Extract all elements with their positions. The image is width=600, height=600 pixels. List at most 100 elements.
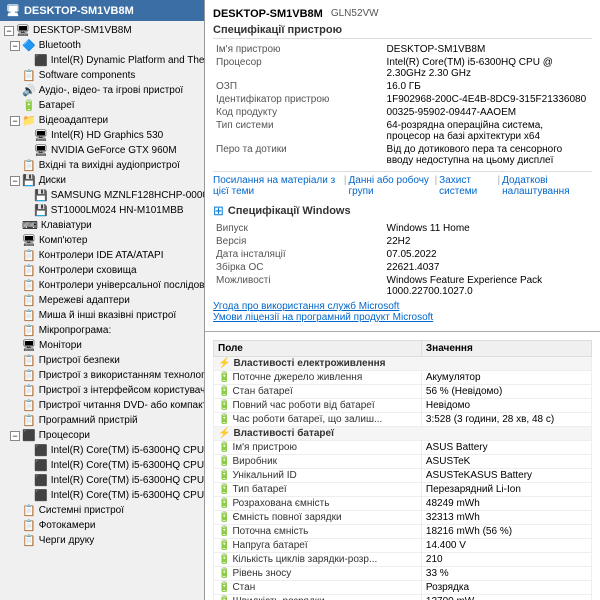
tree-item[interactable]: 🖥Intel(R) HD Graphics 530 [0,128,204,143]
tree-item[interactable]: 🔊Аудіо-, відео- та ігрові пристрої [0,83,204,98]
tree-item[interactable]: 📋Пристрої з інтерфейсом користувача [0,383,204,398]
right-panel: DESKTOP-SM1VB8M GLN52VW Специфікації при… [205,0,600,600]
tree-body[interactable]: −🖥DESKTOP-SM1VB8M−🔷Bluetooth⬛Intel(R) Dy… [0,21,204,600]
tree-item[interactable]: ⬛Intel(R) Core(TM) i5-6300HQ CPU @ 2.30G… [0,458,204,473]
tree-item[interactable]: ⌨Клавіатури [0,218,204,233]
tree-label: Клавіатури [41,220,92,231]
windows-spec-row: ВипускWindows 11 Home [213,222,592,235]
battery-section-header: ⚡Властивості батареї [214,427,592,441]
tree-item[interactable]: 📋Вхідні та вихідні аудіопристрої [0,158,204,173]
tree-item[interactable]: 📋Контролери універсальної послідовної ши… [0,278,204,293]
generic-icon: 📋 [22,519,36,532]
battery-value: Розрядка [421,581,591,595]
tree-label: Комп'ютер [39,235,87,246]
tree-item[interactable]: −🖥DESKTOP-SM1VB8M [0,23,204,38]
tree-item[interactable]: 📋Системні пристрої [0,503,204,518]
tree-item[interactable]: −💾Диски [0,173,204,188]
battery-value: 12700 mW [421,595,591,600]
tree-item[interactable]: 📋Контролери IDE ATA/ATAPI [0,248,204,263]
tree-label: Bluetooth [39,40,81,51]
ms-link[interactable]: Угода про використання служб Microsoft [213,301,592,312]
win-spec-value: 22H2 [384,235,592,248]
spec-row: ПроцесорIntel(R) Core(TM) i5-6300HQ CPU … [213,56,592,80]
tree-item[interactable]: 📋Пристрої з використанням технології пам… [0,368,204,383]
tree-item[interactable]: 📋Пристрої безпеки [0,353,204,368]
tree-item[interactable]: 📋Мережеві адаптери [0,293,204,308]
device-name-top: DESKTOP-SM1VB8M [213,8,323,20]
tree-label: Intel(R) Core(TM) i5-6300HQ CPU @ 2.30GH… [51,490,204,501]
tree-label: Intel(R) Dynamic Platform and Thermal Fr… [51,55,204,66]
tree-item[interactable]: 📋Пристрої читання DVD- або компакт-дискі… [0,398,204,413]
tree-header-title: DESKTOP-SM1VB8M [24,5,134,17]
spec-row: ОЗП16.0 ГБ [213,80,592,93]
win-spec-label: Версія [213,235,384,248]
battery-field: 🔋Напруга батареї [214,539,422,553]
expand-icon[interactable]: − [10,176,20,186]
ms-link[interactable]: Умови ліцензії на програмний продукт Mic… [213,312,592,323]
tree-item[interactable]: 📋Фотокамери [0,518,204,533]
tree-item[interactable]: 🖥Монітори [0,338,204,353]
tree-label: Аудіо-, відео- та ігрові пристрої [39,85,184,96]
monitor-icon: 🖥 [22,339,36,352]
specs-section-title: Специфікації пристрою [213,24,592,39]
tree-item[interactable]: 💾SAMSUNG MZNLF128HCHP-00004 [0,188,204,203]
battery-section-title: ⚡Властивості електроживлення [214,357,592,371]
windows-icon: ⊞ [213,203,224,219]
expand-icon[interactable]: − [10,41,20,51]
win-spec-label: Дата інсталяції [213,248,384,261]
tree-header: 🖥 DESKTOP-SM1VB8M [0,0,204,21]
tree-label: Монітори [39,340,82,351]
battery-row: 🔋Стан Розрядка [214,581,592,595]
tree-item[interactable]: 📋Контролери сховища [0,263,204,278]
specs-tab-link[interactable]: Посилання на матеріали з цієї теми [213,175,342,197]
tree-item[interactable]: 📋Мікропрограма: [0,323,204,338]
battery-field: 🔋Стан [214,581,422,595]
generic-icon: 📋 [22,264,36,277]
disk-icon: 💾 [22,174,36,187]
tree-item[interactable]: 🖥Комп'ютер [0,233,204,248]
tree-item[interactable]: ⬛Intel(R) Core(TM) i5-6300HQ CPU @ 2.30G… [0,473,204,488]
battery-value: ASUS Battery [421,441,591,455]
chip-icon: ⬛ [34,474,48,487]
battery-field: 🔋Швидкість розрядки [214,595,422,600]
battery-field: 🔋Ім'я пристрою [214,441,422,455]
specs-tab-link[interactable]: Захист системи [439,175,495,197]
spec-row: Ім'я пристроюDESKTOP-SM1VB8M [213,43,592,56]
spec-label: Ім'я пристрою [213,43,384,56]
expand-icon[interactable]: − [10,431,20,441]
windows-spec-row: Дата інсталяції07.05.2022 [213,248,592,261]
specs-tab-link[interactable]: Данні або робочу групи [349,175,433,197]
generic-icon: 📋 [22,504,36,517]
leaf-icon: 🔋 [218,484,230,495]
tree-item[interactable]: ⬛Intel(R) Core(TM) i5-6300HQ CPU @ 2.30G… [0,443,204,458]
tree-item[interactable]: −🔷Bluetooth [0,38,204,53]
tree-item[interactable]: 🔋Батареї [0,98,204,113]
bluetooth-icon: 🔷 [22,39,36,52]
leaf-icon: 🔋 [218,568,230,579]
spec-row: Код продукту00325-95902-09447-AAOEM [213,106,592,119]
tree-item[interactable]: 📋Миша й інші вказівні пристрої [0,308,204,323]
windows-specs-table: ВипускWindows 11 HomeВерсія22H2Дата інст… [213,222,592,298]
leaf-icon: 🔋 [218,554,230,565]
tree-item[interactable]: ⬛Intel(R) Dynamic Platform and Thermal F… [0,53,204,68]
expand-icon[interactable]: − [10,116,20,126]
chip-icon: ⬛ [34,54,48,67]
expand-icon[interactable]: − [4,26,14,36]
tree-item[interactable]: 💾ST1000LM024 HN-M101MBB [0,203,204,218]
leaf-icon: 🔋 [218,442,230,453]
tree-item[interactable]: ⬛Intel(R) Core(TM) i5-6300HQ CPU @ 2.30G… [0,488,204,503]
tree-item[interactable]: −📁Відеоадаптери [0,113,204,128]
tree-label: NVIDIA GeForce GTX 960M [51,145,177,156]
battery-panel[interactable]: Поле Значення ⚡Властивості електроживлен… [205,332,600,600]
windows-spec-row: Збірка ОС22621.4037 [213,261,592,274]
tree-label: Пристрої з використанням технології пам'… [39,370,204,381]
battery-value: 210 [421,553,591,567]
tree-item[interactable]: 🖥NVIDIA GeForce GTX 960M [0,143,204,158]
tree-item[interactable]: 📋Software components [0,68,204,83]
tree-item[interactable]: 📋Черги друку [0,533,204,548]
tree-label: Пристрої з інтерфейсом користувача [39,385,204,396]
specs-tab-link[interactable]: Додаткові налаштування [502,175,592,197]
battery-value: 56 % (Невідомо) [421,385,591,399]
tree-item[interactable]: −⬛Процесори [0,428,204,443]
tree-item[interactable]: 📋Програмний пристрій [0,413,204,428]
